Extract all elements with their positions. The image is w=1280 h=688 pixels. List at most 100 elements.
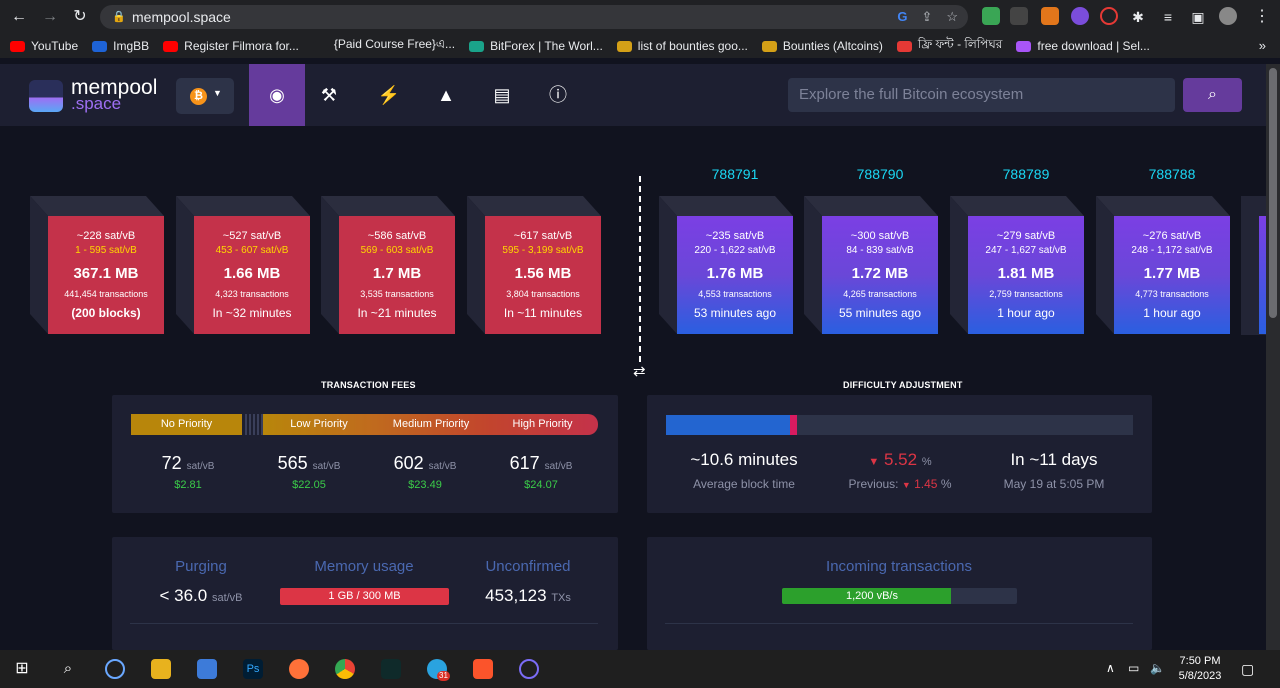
mined-block[interactable]: 788790 ~300 sat/vB 84 - 839 sat/vB 1.72 …: [804, 166, 938, 335]
bitforex-icon: [469, 40, 485, 52]
bookmark-free-font[interactable]: ফ্রি ফন্ট - লিপিঘর: [896, 36, 1002, 56]
purging-number: < 36.0: [159, 586, 208, 605]
bookmark-bounties-list[interactable]: list of bounties goo...: [616, 39, 748, 53]
notifications-icon[interactable]: ▢: [1241, 661, 1254, 678]
block-height[interactable]: 788788: [1114, 166, 1230, 182]
fee-unit: sat/vB: [186, 461, 215, 472]
extension-icon[interactable]: [982, 7, 1000, 25]
fee-usd-no-priority: $2.81: [174, 479, 202, 491]
extension-icon[interactable]: [1010, 7, 1028, 25]
network-selector[interactable]: ₿ ▼: [176, 78, 234, 114]
photoshop-icon[interactable]: Ps: [243, 659, 263, 679]
nav-lightning[interactable]: ⚡: [361, 64, 417, 126]
top-navbar: mempool .space ₿ ▼ ◉ ⚒ ⚡ ▲ ▤ ⓘ Explore t…: [0, 64, 1266, 126]
back-icon[interactable]: ←: [9, 7, 29, 27]
puzzle-icon[interactable]: ✱: [1128, 7, 1148, 27]
mined-block[interactable]: 788791 ~235 sat/vB 220 - 1,622 sat/vB 1.…: [659, 166, 793, 335]
extension-icon[interactable]: [1071, 7, 1089, 25]
nav-dashboard[interactable]: ◉: [249, 64, 305, 126]
section-title-difficulty: DIFFICULTY ADJUSTMENT: [843, 380, 963, 390]
bookmark-youtube[interactable]: YouTube: [10, 39, 78, 53]
firefox-icon[interactable]: [289, 659, 309, 679]
page-scrollbar[interactable]: [1266, 64, 1280, 650]
nav-about[interactable]: ⓘ: [530, 64, 586, 126]
block-face: ~228 sat/vB 1 - 595 sat/vB 367.1 MB 441,…: [48, 216, 164, 334]
block-age: 53 minutes ago: [693, 306, 777, 320]
search-input[interactable]: Explore the full Bitcoin ecosystem: [788, 78, 1175, 112]
mempool-logo-icon[interactable]: [29, 80, 63, 112]
fee-usd-low-priority: $22.05: [292, 479, 326, 491]
purging-value: < 36.0 sat/vB: [111, 586, 291, 606]
network-icon[interactable]: ▭: [1128, 661, 1139, 675]
mined-block-partial[interactable]: [1241, 196, 1266, 335]
block-height[interactable]: 788791: [677, 166, 793, 182]
bitcoin-icon: ₿: [190, 88, 207, 105]
block-age: 1 hour ago: [997, 306, 1055, 320]
priority-medium-bar: Medium Priority: [375, 414, 487, 435]
mempool-block[interactable]: ~527 sat/vB 453 - 607 sat/vB 1.66 MB 4,3…: [176, 196, 310, 335]
memory-usage-title: Memory usage: [314, 558, 414, 575]
swap-direction-icon[interactable]: ⇄: [633, 362, 646, 380]
divider: [130, 623, 598, 624]
nav-docs[interactable]: ▤: [474, 64, 530, 126]
fee-value: 72: [161, 453, 182, 473]
fee-high-priority: 617 sat/vB: [486, 453, 596, 474]
block-size: 1.56 MB: [514, 265, 572, 282]
app-icon[interactable]: [519, 659, 539, 679]
star-icon[interactable]: ☆: [946, 5, 958, 29]
share-icon[interactable]: ⇪: [921, 5, 932, 29]
playlist-icon[interactable]: ≡: [1158, 7, 1178, 27]
brave-icon[interactable]: [473, 659, 493, 679]
clock-time: 7:50 PM: [1179, 655, 1221, 667]
bookmark-paid-course[interactable]: {Paid Course Free}এ...: [312, 36, 455, 56]
bookmark-filmora[interactable]: Register Filmora for...: [163, 39, 299, 53]
chevron-up-icon[interactable]: ∧: [1106, 661, 1115, 675]
block-height[interactable]: 788789: [968, 166, 1084, 182]
block-median-fee: ~279 sat/vB: [996, 230, 1056, 242]
reload-icon[interactable]: ↻: [70, 7, 90, 27]
search-button[interactable]: ⌕: [1183, 78, 1242, 112]
forward-icon[interactable]: →: [40, 7, 60, 27]
windows-start-icon[interactable]: ⊞: [12, 659, 32, 679]
file-explorer-icon[interactable]: [151, 659, 171, 679]
block-median-fee: ~228 sat/vB: [76, 230, 136, 242]
extension-icon[interactable]: [1100, 7, 1118, 25]
difficulty-progress-bar: [666, 415, 1133, 435]
google-icon[interactable]: G: [897, 5, 907, 29]
metamask-icon[interactable]: [1041, 7, 1059, 25]
mined-block[interactable]: 788788 ~276 sat/vB 248 - 1,172 sat/vB 1.…: [1096, 166, 1230, 335]
fee-usd-medium-priority: $23.49: [408, 479, 442, 491]
menu-icon[interactable]: ⋮: [1252, 7, 1272, 27]
split-view-icon[interactable]: ▣: [1188, 7, 1208, 27]
nav-mining[interactable]: ⚒: [301, 64, 357, 126]
mempool-block[interactable]: ~228 sat/vB 1 - 595 sat/vB 367.1 MB 441,…: [30, 196, 164, 335]
logo-text-suffix[interactable]: .space: [71, 94, 121, 114]
system-clock[interactable]: 7:50 PM 5/8/2023: [1174, 654, 1226, 684]
bookmark-imgbb[interactable]: ImgBB: [92, 39, 149, 53]
power-app-icon[interactable]: [105, 659, 125, 679]
app-icon[interactable]: [381, 659, 401, 679]
mined-block[interactable]: 788789 ~279 sat/vB 247 - 1,627 sat/vB 1.…: [950, 166, 1084, 335]
bookmark-bounties-altcoins[interactable]: Bounties (Altcoins): [761, 39, 883, 53]
block-size: 1.66 MB: [223, 265, 281, 282]
scrollbar-thumb[interactable]: [1269, 68, 1277, 318]
avatar[interactable]: [1219, 7, 1237, 25]
mempool-block[interactable]: ~586 sat/vB 569 - 603 sat/vB 1.7 MB 3,53…: [321, 196, 455, 335]
mempool-block[interactable]: ~617 sat/vB 595 - 3,199 sat/vB 1.56 MB 3…: [467, 196, 601, 335]
block-tx-count: 4,323 transactions: [215, 289, 289, 299]
block-height[interactable]: 788790: [822, 166, 938, 182]
block-face: ~276 sat/vB 248 - 1,172 sat/vB 1.77 MB 4…: [1114, 216, 1230, 334]
previous-value: 1.45: [914, 477, 938, 491]
bookmark-free-download[interactable]: free download | Sel...: [1016, 39, 1150, 53]
address-bar[interactable]: 🔒 mempool.space G ⇪ ☆: [100, 5, 968, 29]
bookmark-bitforex[interactable]: BitForex | The Worl...: [469, 39, 603, 53]
priority-none-bar: No Priority: [131, 414, 242, 435]
search-icon[interactable]: ⌕: [58, 659, 78, 679]
app-icon[interactable]: [197, 659, 217, 679]
nav-graphs[interactable]: ▲: [418, 64, 474, 126]
volume-icon[interactable]: 🔈: [1150, 661, 1165, 675]
chrome-icon[interactable]: [335, 659, 355, 679]
more-bookmarks-icon[interactable]: »: [1259, 38, 1266, 53]
difficulty-eta: In ~11 days: [1010, 450, 1098, 469]
telegram-icon[interactable]: 31: [427, 659, 450, 681]
